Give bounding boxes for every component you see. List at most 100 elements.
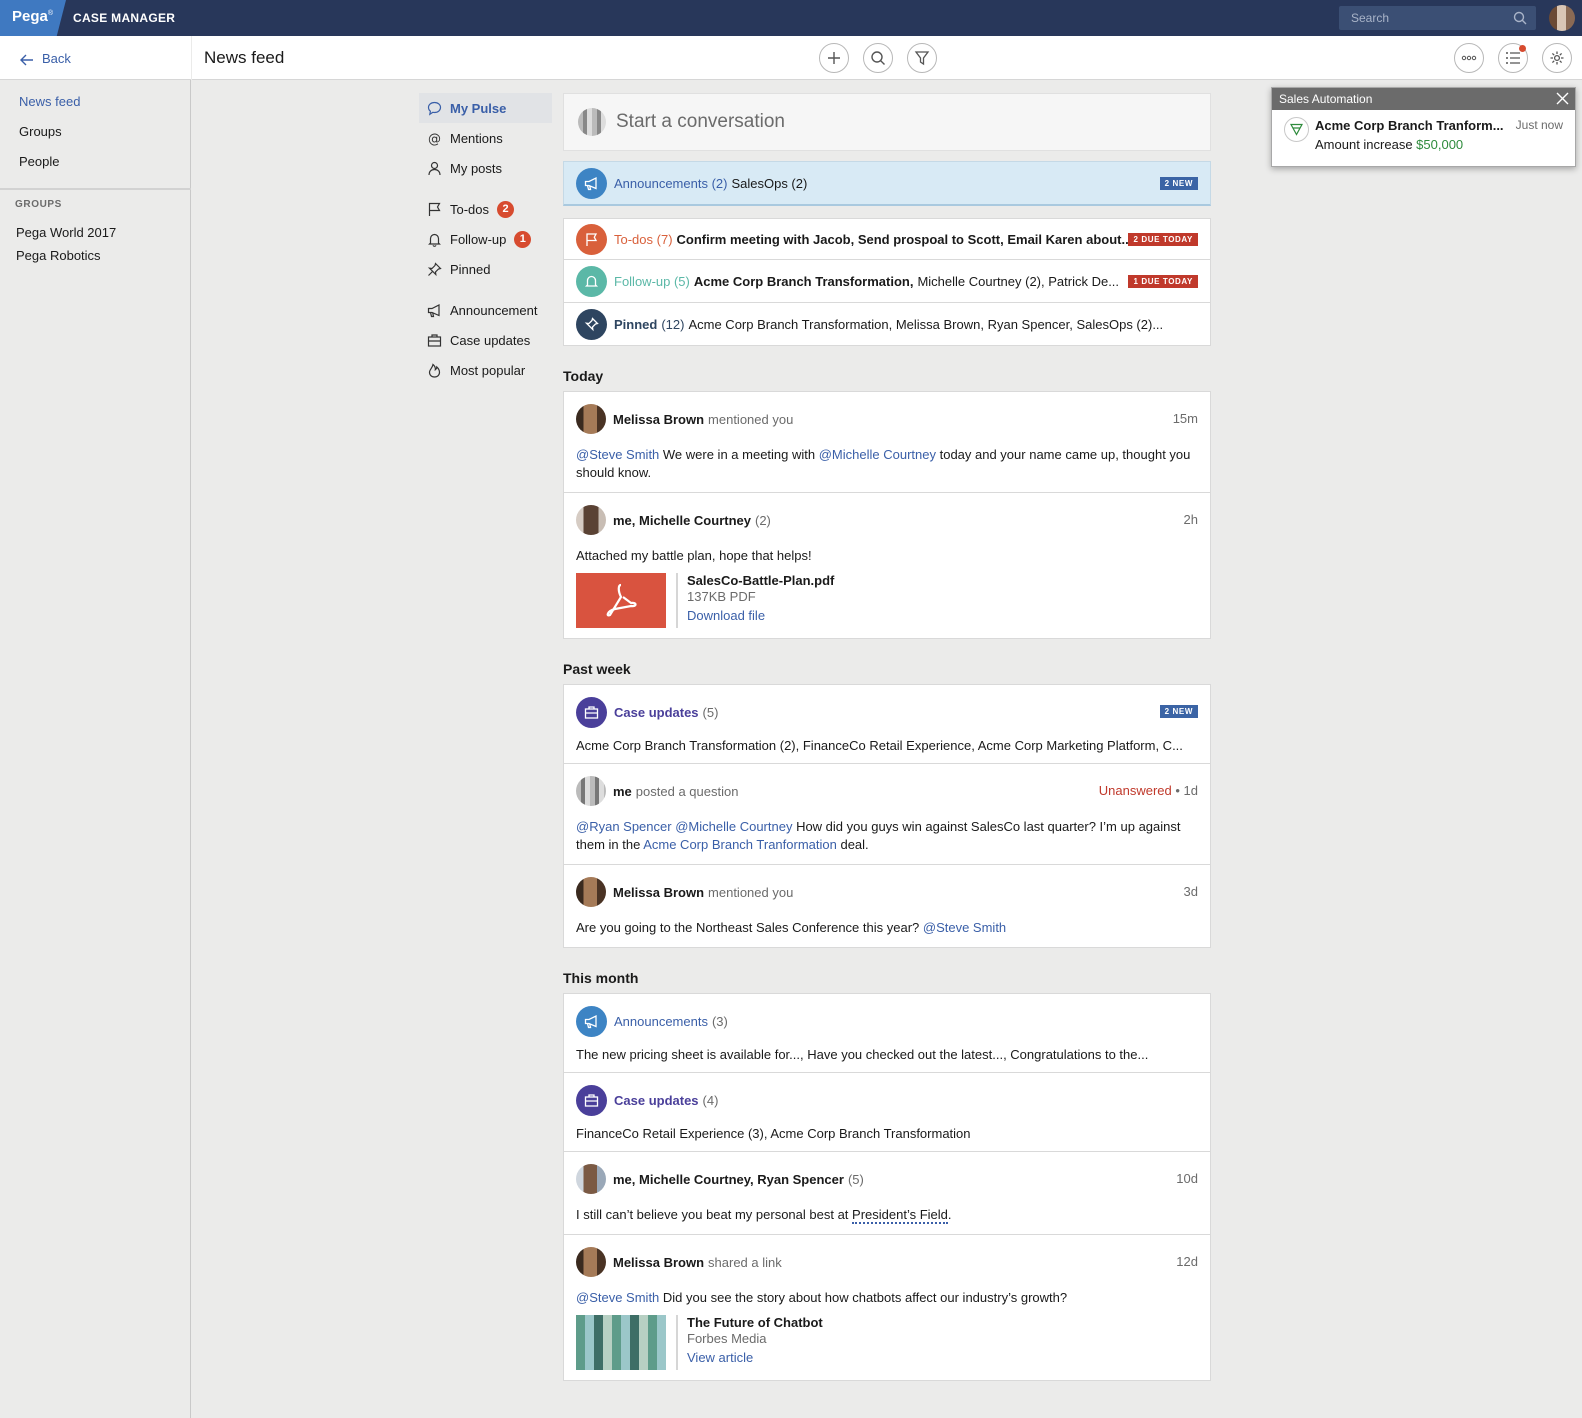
post-time: 10d (1176, 1171, 1198, 1186)
group-item[interactable]: Pega Robotics (16, 248, 116, 271)
post-author[interactable]: me, Michelle Courtney, Ryan Spencer (613, 1172, 844, 1187)
toast-message: Amount increase $50,000 (1315, 137, 1575, 152)
group-item[interactable]: Pega World 2017 (16, 225, 116, 248)
case-updates-label: Case updates (614, 1092, 699, 1108)
filter-label: My Pulse (450, 100, 507, 116)
post-author[interactable]: me (613, 784, 632, 799)
filter-follow-up[interactable]: Follow-up 1 (419, 224, 552, 254)
back-button[interactable]: Back (0, 36, 191, 80)
case-updates-label: Case updates (614, 704, 699, 720)
more-button[interactable] (1454, 43, 1484, 73)
at-icon: @ (428, 132, 441, 146)
filter-my-pulse[interactable]: My Pulse (419, 93, 552, 123)
settings-button[interactable] (1542, 43, 1572, 73)
megaphone-icon (576, 1005, 607, 1037)
due-today-badge: 2 DUE TODAY (1128, 232, 1198, 246)
search-button[interactable] (863, 43, 893, 73)
conversation-composer[interactable]: Start a conversation (563, 93, 1211, 151)
feed-post[interactable]: Melissa Brown shared a link 12d @Steve S… (563, 1235, 1211, 1381)
search-input[interactable]: Search (1339, 6, 1536, 30)
pin-icon (427, 261, 442, 276)
add-button[interactable] (819, 43, 849, 73)
case-updates-group[interactable]: Case updates (4) FinanceCo Retail Experi… (563, 1073, 1211, 1152)
filter-most-popular[interactable]: Most popular (419, 355, 552, 385)
mention-link[interactable]: @Steve Smith (923, 920, 1006, 935)
case-link[interactable]: Acme Corp Branch Tranformation (643, 837, 837, 852)
avatar (576, 1164, 606, 1194)
filter-case-updates[interactable]: Case updates (419, 325, 552, 355)
toast-case-name[interactable]: Acme Corp Branch Tranform... (1315, 118, 1504, 133)
close-icon[interactable] (1556, 92, 1569, 105)
feed-post[interactable]: Melissa Brown mentioned you 15m @Steve S… (563, 391, 1211, 493)
post-body: @Steve Smith We were in a meeting with @… (576, 446, 1198, 482)
feed-post[interactable]: me posted a question Unanswered • 1d @Ry… (563, 764, 1211, 865)
mention-link[interactable]: @Steve Smith (576, 447, 659, 462)
spellcheck-term[interactable]: President’s Field (852, 1207, 948, 1224)
mention-link[interactable]: @Michelle Courtney (819, 447, 936, 462)
feed-post[interactable]: Melissa Brown mentioned you 3d Are you g… (563, 865, 1211, 948)
announcements-group[interactable]: Announcements (3) The new pricing sheet … (563, 993, 1211, 1073)
feed-post[interactable]: me, Michelle Courtney (2) 2h Attached my… (563, 493, 1211, 639)
mention-link[interactable]: @Michelle Courtney (675, 819, 792, 834)
todos-detail: Confirm meeting with Jacob, Send prospoa… (676, 231, 1133, 247)
pdf-icon[interactable] (576, 573, 666, 628)
sidebar: Back News feed Groups People GROUPS Pega… (0, 36, 191, 1418)
filter-button[interactable] (907, 43, 937, 73)
filter-pinned[interactable]: Pinned (419, 254, 552, 284)
bell-icon (576, 265, 607, 297)
post-author[interactable]: Melissa Brown (613, 1255, 704, 1270)
composer-placeholder: Start a conversation (616, 111, 785, 132)
briefcase-icon (427, 333, 442, 347)
sidebar-item-groups[interactable]: Groups (19, 124, 80, 154)
case-updates-group[interactable]: Case updates (5) 2 NEW Acme Corp Branch … (563, 684, 1211, 764)
link-title: The Future of Chatbot (687, 1315, 823, 1330)
download-file-link[interactable]: Download file (687, 608, 834, 624)
user-avatar[interactable] (1549, 5, 1575, 31)
briefcase-icon (576, 696, 607, 728)
mention-link[interactable]: @Ryan Spencer (576, 819, 672, 834)
filter-todos[interactable]: To-dos 2 (419, 194, 552, 224)
case-updates-count: (4) (702, 1092, 719, 1108)
funnel-icon (1284, 117, 1309, 142)
sidebar-item-news-feed[interactable]: News feed (19, 94, 80, 124)
post-body: Are you going to the Northeast Sales Con… (576, 919, 1198, 937)
notification-dot (1519, 45, 1526, 52)
feed-post[interactable]: me, Michelle Courtney, Ryan Spencer (5) … (563, 1152, 1211, 1235)
pinned-summary[interactable]: Pinned (12) Acme Corp Branch Transformat… (563, 303, 1211, 346)
post-text: . (947, 1207, 952, 1222)
article-thumbnail[interactable] (576, 1315, 666, 1370)
list-icon (1506, 52, 1520, 64)
toast-text: Amount increase (1315, 137, 1417, 152)
mention-link[interactable]: @Steve Smith (576, 1290, 659, 1305)
flag-icon (576, 223, 607, 255)
filter-mentions[interactable]: @ Mentions (419, 123, 552, 153)
logo-text: Pega (12, 8, 48, 25)
view-article-link[interactable]: View article (687, 1350, 823, 1366)
post-time: Unanswered • 1d (1099, 783, 1198, 798)
megaphone-icon (576, 167, 607, 199)
bell-icon (428, 233, 441, 247)
filter-my-posts[interactable]: My posts (419, 153, 552, 183)
post-author[interactable]: me, Michelle Courtney (613, 513, 751, 528)
todos-count-badge: 2 (497, 200, 515, 218)
post-action: posted a question (635, 783, 739, 799)
post-body: Attached my battle plan, hope that helps… (576, 548, 812, 563)
filter-announcement[interactable]: Announcement (419, 295, 552, 325)
flame-icon (428, 362, 441, 378)
logo-mark: ® (47, 10, 54, 17)
pega-logo[interactable]: Pega® (0, 0, 66, 36)
worklist-button[interactable] (1498, 43, 1528, 73)
sidebar-item-people[interactable]: People (19, 154, 80, 184)
post-author[interactable]: Melissa Brown (613, 885, 704, 900)
followup-summary[interactable]: Follow-up (5) Acme Corp Branch Transform… (563, 260, 1211, 303)
post-time: 12d (1176, 1254, 1198, 1269)
announcements-summary[interactable]: Announcements (2) SalesOps (2) 2 NEW (563, 161, 1211, 206)
filter-label: My posts (450, 160, 503, 176)
due-today-badge: 1 DUE TODAY (1128, 274, 1198, 288)
toast-time: Just now (1515, 118, 1563, 132)
todos-summary[interactable]: To-dos (7) Confirm meeting with Jacob, S… (563, 218, 1211, 260)
post-author[interactable]: Melissa Brown (613, 412, 704, 427)
notification-toast[interactable]: Sales Automation Acme Corp Branch Tranfo… (1271, 87, 1576, 167)
feed-filters: My Pulse @ Mentions My posts To-dos 2 Fo… (419, 93, 552, 385)
post-text: Are you going to the Northeast Sales Con… (576, 920, 923, 935)
